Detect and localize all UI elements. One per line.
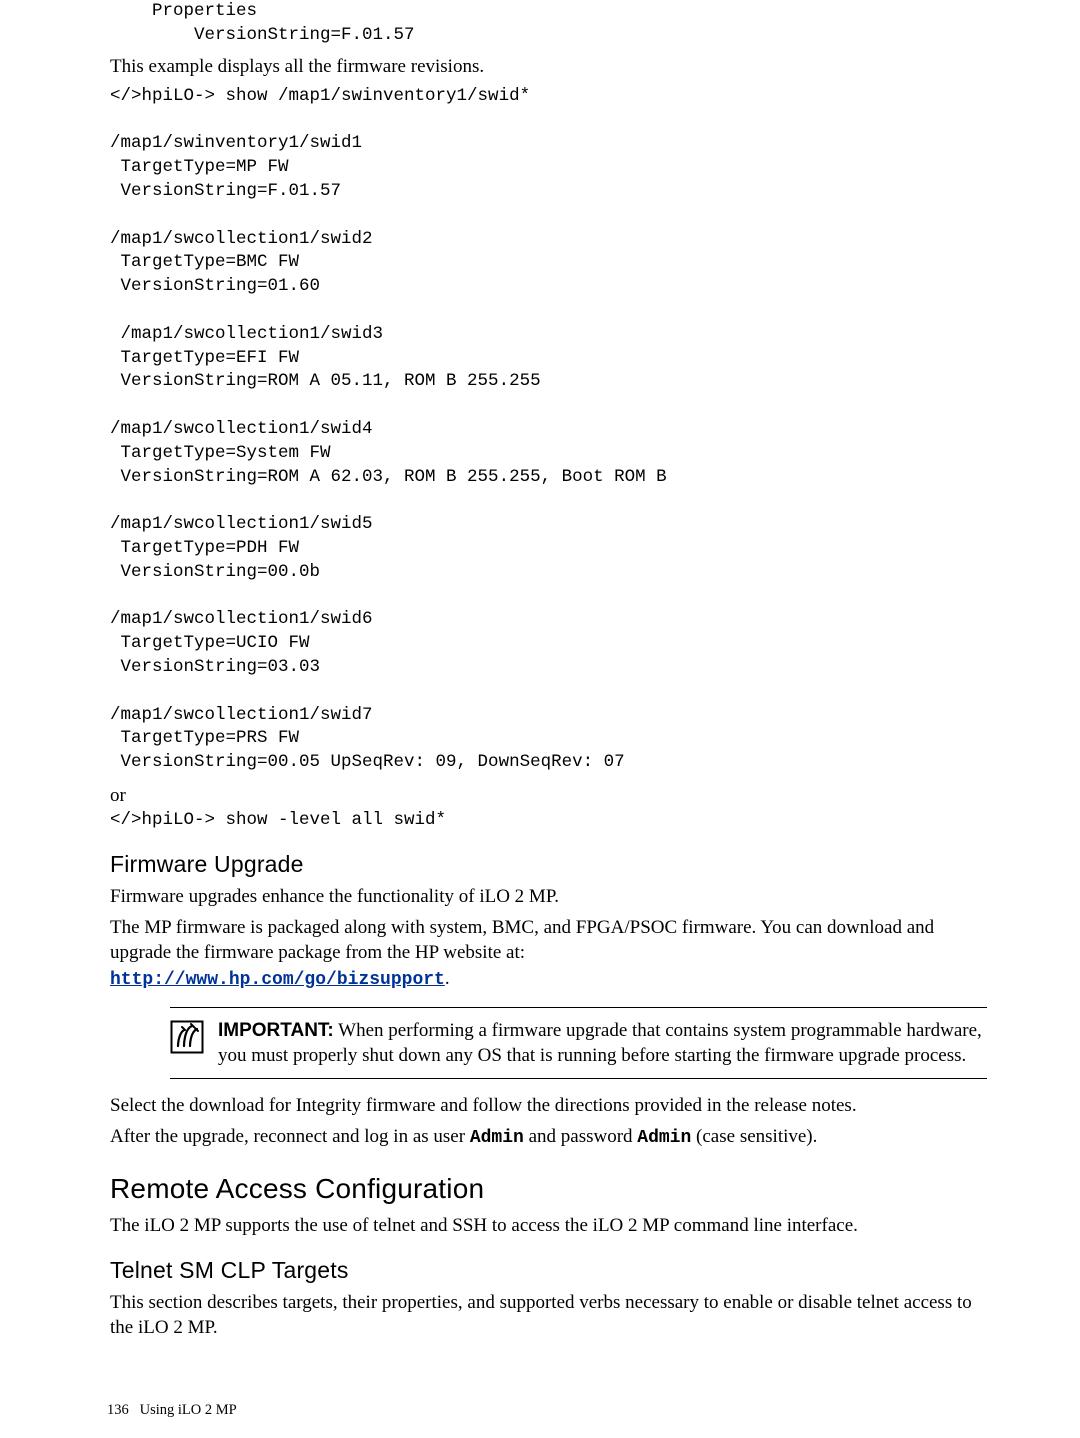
admin-password-literal: Admin <box>637 1128 691 1148</box>
page-container: Properties VersionString=F.01.57 This ex… <box>0 0 1080 1419</box>
bizsupport-link[interactable]: http://www.hp.com/go/bizsupport <box>110 970 445 990</box>
fw-para4-post: (case sensitive). <box>691 1126 817 1147</box>
important-callout: IMPORTANT: When performing a firmware up… <box>170 1007 987 1080</box>
firmware-para-3: Select the download for Integrity firmwa… <box>110 1093 987 1118</box>
code-block-properties: Properties VersionString=F.01.57 <box>110 0 987 48</box>
important-label: IMPORTANT: <box>218 1020 334 1041</box>
code-block-main: </>hpiLO-> show /map1/swinventory1/swid*… <box>110 85 987 775</box>
admin-user-literal: Admin <box>470 1128 524 1148</box>
important-icon <box>170 1020 204 1059</box>
footer-label: Using iLO 2 MP <box>140 1402 237 1418</box>
heading-remote-access: Remote Access Configuration <box>110 1173 987 1205</box>
or-label: or <box>110 785 987 807</box>
page-footer: 136 Using iLO 2 MP <box>107 1402 987 1419</box>
page-number: 136 <box>107 1402 129 1418</box>
fw-para4-pre: After the upgrade, reconnect and log in … <box>110 1126 470 1147</box>
code-block-alt: </>hpiLO-> show -level all swid* <box>110 809 987 833</box>
example-intro-text: This example displays all the firmware r… <box>110 54 987 79</box>
remote-access-para: The iLO 2 MP supports the use of telnet … <box>110 1213 987 1238</box>
period: . <box>445 968 450 989</box>
heading-firmware-upgrade: Firmware Upgrade <box>110 851 987 878</box>
firmware-para-2: The MP firmware is packaged along with s… <box>110 915 987 992</box>
important-text: IMPORTANT: When performing a firmware up… <box>218 1018 987 1069</box>
telnet-para: This section describes targets, their pr… <box>110 1290 987 1341</box>
firmware-para-4: After the upgrade, reconnect and log in … <box>110 1124 987 1151</box>
firmware-para-1: Firmware upgrades enhance the functional… <box>110 884 987 909</box>
fw-para4-mid: and password <box>524 1126 637 1147</box>
firmware-para-2-text: The MP firmware is packaged along with s… <box>110 917 934 963</box>
heading-telnet-targets: Telnet SM CLP Targets <box>110 1257 987 1284</box>
